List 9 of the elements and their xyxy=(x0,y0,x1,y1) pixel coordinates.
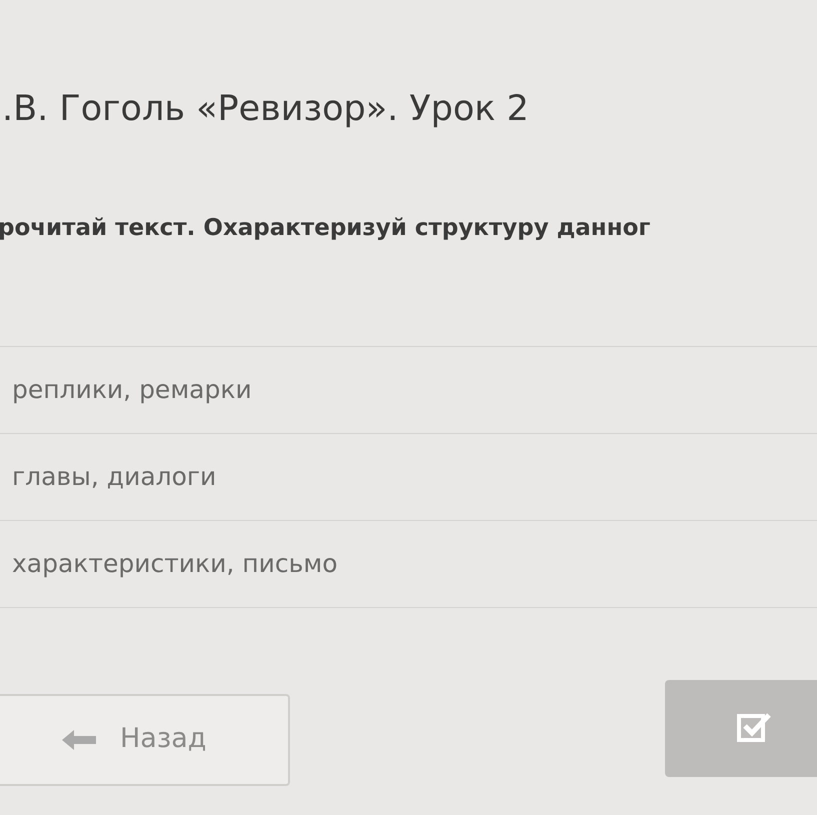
answer-option[interactable]: реплики, ремарки xyxy=(12,370,252,408)
answer-option[interactable]: характеристики, письмо xyxy=(12,544,338,582)
arrow-left-icon xyxy=(62,730,96,750)
question-text: рочитай текст. Охарактеризуй структуру данног xyxy=(0,214,652,242)
lesson-title: .В. Гоголь «Ревизор». Урок 2 xyxy=(2,88,530,131)
back-button[interactable]: Назад xyxy=(0,694,290,786)
checkbox-icon xyxy=(737,712,771,742)
check-button[interactable] xyxy=(665,680,817,776)
answer-option[interactable]: главы, диалоги xyxy=(12,458,216,496)
